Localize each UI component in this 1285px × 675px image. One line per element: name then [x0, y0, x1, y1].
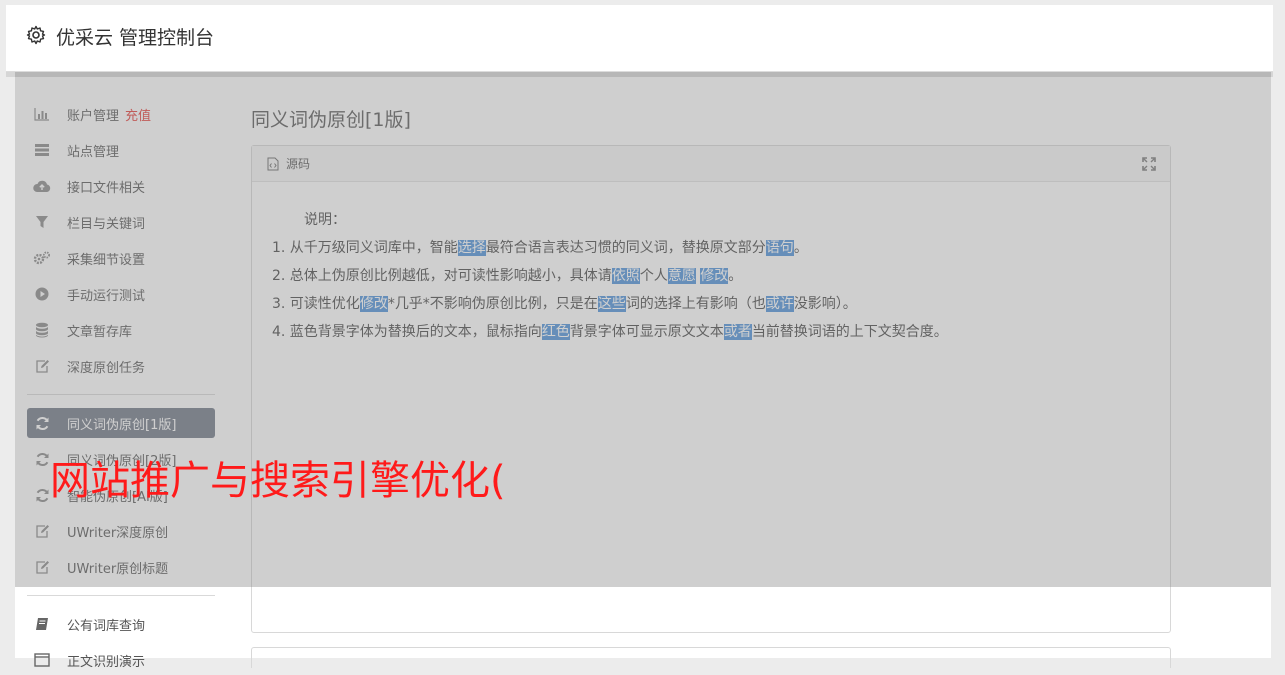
book-icon — [27, 617, 57, 631]
note-text: 3. 可读性优化 — [272, 296, 360, 312]
recharge-link[interactable]: 充值 — [125, 105, 151, 124]
cloud-upload-icon — [27, 179, 57, 193]
refresh-icon — [27, 416, 57, 431]
replaced-word[interactable]: 语句 — [765, 240, 794, 256]
note-text: 词的选择上有影响（也 — [625, 296, 766, 312]
sidebar-item-sites[interactable]: 站点管理 — [27, 135, 215, 165]
note-label: 说明： — [304, 212, 346, 228]
window-icon — [27, 653, 57, 667]
expand-icon[interactable] — [1142, 157, 1156, 171]
sidebar-item-label: 账户管理 — [67, 108, 120, 124]
note-text: 1. 从千万级同义词库中，智能 — [272, 240, 458, 256]
sidebar-item-label: 采集细节设置 — [67, 252, 146, 268]
sidebar: 账户管理 充值 站点管理 接口文件相关 栏目与关键词 采集细节设置 手动运行测试… — [15, 77, 229, 670]
sidebar-divider — [27, 595, 215, 596]
main-panel: 同义词伪原创[1版] 源码 说明： 1. 从千万级同义词库中，智能选择最符合语言… — [251, 77, 1271, 668]
sidebar-divider — [27, 394, 215, 395]
sidebar-item-manual-run[interactable]: 手动运行测试 — [27, 279, 215, 309]
app-header: 优采云 管理控制台 — [6, 5, 1273, 72]
note-lines: 1. 从千万级同义词库中，智能选择最符合语言表达习惯的同义词，替换原文部分语句。… — [272, 234, 1150, 346]
sidebar-item-interface-files[interactable]: 接口文件相关 — [27, 171, 215, 201]
sidebar-item-collect-settings[interactable]: 采集细节设置 — [27, 243, 215, 273]
sidebar-item-article-storage[interactable]: 文章暂存库 — [27, 315, 215, 345]
sidebar-item-label: 手动运行测试 — [67, 288, 146, 304]
app-title: 优采云 管理控制台 — [56, 27, 215, 49]
note-text: 当前替换词语的上下文契合度。 — [751, 324, 948, 340]
note-text: 。 — [793, 240, 808, 256]
source-button[interactable]: 源码 — [286, 155, 310, 172]
sidebar-item-text-recognition[interactable]: 正文识别演示 — [27, 645, 215, 675]
sidebar-item-label: UWriter深度原创 — [67, 525, 169, 541]
sidebar-item-label: 接口文件相关 — [67, 180, 146, 196]
replaced-word[interactable]: 依照 — [611, 268, 640, 284]
replaced-word[interactable]: 红色 — [541, 324, 570, 340]
edit-icon — [27, 560, 57, 574]
filter-icon — [27, 215, 57, 229]
sidebar-item-public-lexicon[interactable]: 公有词库查询 — [27, 609, 215, 639]
sidebar-item-label: 栏目与关键词 — [67, 216, 146, 232]
gear-icon — [26, 25, 46, 45]
sidebar-item-label: 同义词伪原创[1版] — [67, 417, 177, 433]
sidebar-item-uwriter-deep[interactable]: UWriter深度原创 — [27, 516, 215, 546]
play-circle-icon — [27, 287, 57, 301]
sidebar-item-label: 公有词库查询 — [67, 618, 146, 634]
replaced-word[interactable]: 意愿 — [667, 268, 696, 284]
watermark-text: 网站推广与搜索引擎优化( — [50, 458, 506, 504]
note-text: 。 — [728, 268, 743, 284]
cogs-icon — [27, 251, 57, 265]
sidebar-item-label: UWriter原创标题 — [67, 561, 169, 577]
replaced-word[interactable]: 或许 — [765, 296, 794, 312]
editor-toolbar: 源码 — [252, 146, 1170, 182]
note-text: 个人 — [639, 268, 668, 284]
sidebar-item-label: 站点管理 — [67, 144, 120, 160]
note-text: *几乎*不影响伪原创比例，只是在 — [387, 296, 598, 312]
replaced-word[interactable]: 修改 — [700, 268, 729, 284]
sidebar-item-account[interactable]: 账户管理 充值 — [27, 99, 215, 129]
sidebar-item-label: 文章暂存库 — [67, 324, 133, 340]
page-title: 同义词伪原创[1版] — [251, 109, 411, 131]
note-line: 3. 可读性优化修改*几乎*不影响伪原创比例，只是在这些词的选择上有影响（也或许… — [272, 290, 1150, 318]
sidebar-item-uwriter-title[interactable]: UWriter原创标题 — [27, 552, 215, 582]
note-text: 最符合语言表达习惯的同义词，替换原文部分 — [485, 240, 766, 256]
edit-icon — [27, 524, 57, 538]
sidebar-item-label: 深度原创任务 — [67, 360, 146, 376]
source-icon[interactable] — [266, 157, 280, 171]
replaced-word[interactable]: 修改 — [359, 296, 388, 312]
editor-panel: 源码 说明： 1. 从千万级同义词库中，智能选择最符合语言表达习惯的同义词，替换… — [251, 145, 1171, 633]
sidebar-item-columns-keywords[interactable]: 栏目与关键词 — [27, 207, 215, 237]
sidebar-item-deep-original-tasks[interactable]: 深度原创任务 — [27, 351, 215, 381]
edit-icon — [27, 359, 57, 373]
note-text: 背景字体可显示原文文本 — [569, 324, 724, 340]
note-text: 4. 蓝色背景字体为替换后的文本，鼠标指向 — [272, 324, 542, 340]
note-text: 没影响）。 — [793, 296, 857, 312]
editor-content[interactable]: 说明： 1. 从千万级同义词库中，智能选择最符合语言表达习惯的同义词，替换原文部… — [252, 182, 1170, 370]
note-line: 2. 总体上伪原创比例越低，对可读性影响越小，具体请依照个人意愿 修改。 — [272, 262, 1150, 290]
content-area: 账户管理 充值 站点管理 接口文件相关 栏目与关键词 采集细节设置 手动运行测试… — [15, 77, 1271, 670]
replaced-word[interactable]: 或者 — [723, 324, 752, 340]
note-line: 1. 从千万级同义词库中，智能选择最符合语言表达习惯的同义词，替换原文部分语句。 — [272, 234, 1150, 262]
sidebar-item-label: 正文识别演示 — [67, 654, 146, 670]
note-text: 2. 总体上伪原创比例越低，对可读性影响越小，具体请 — [272, 268, 612, 284]
bar-chart-icon — [27, 107, 57, 121]
database-icon — [27, 322, 57, 338]
replaced-word[interactable]: 这些 — [597, 296, 626, 312]
server-icon — [27, 143, 57, 157]
replaced-word[interactable]: 选择 — [457, 240, 486, 256]
sidebar-item-synonym-v1[interactable]: 同义词伪原创[1版] — [27, 408, 215, 438]
note-line: 4. 蓝色背景字体为替换后的文本，鼠标指向红色背景字体可显示原文文本或者当前替换… — [272, 318, 1150, 346]
